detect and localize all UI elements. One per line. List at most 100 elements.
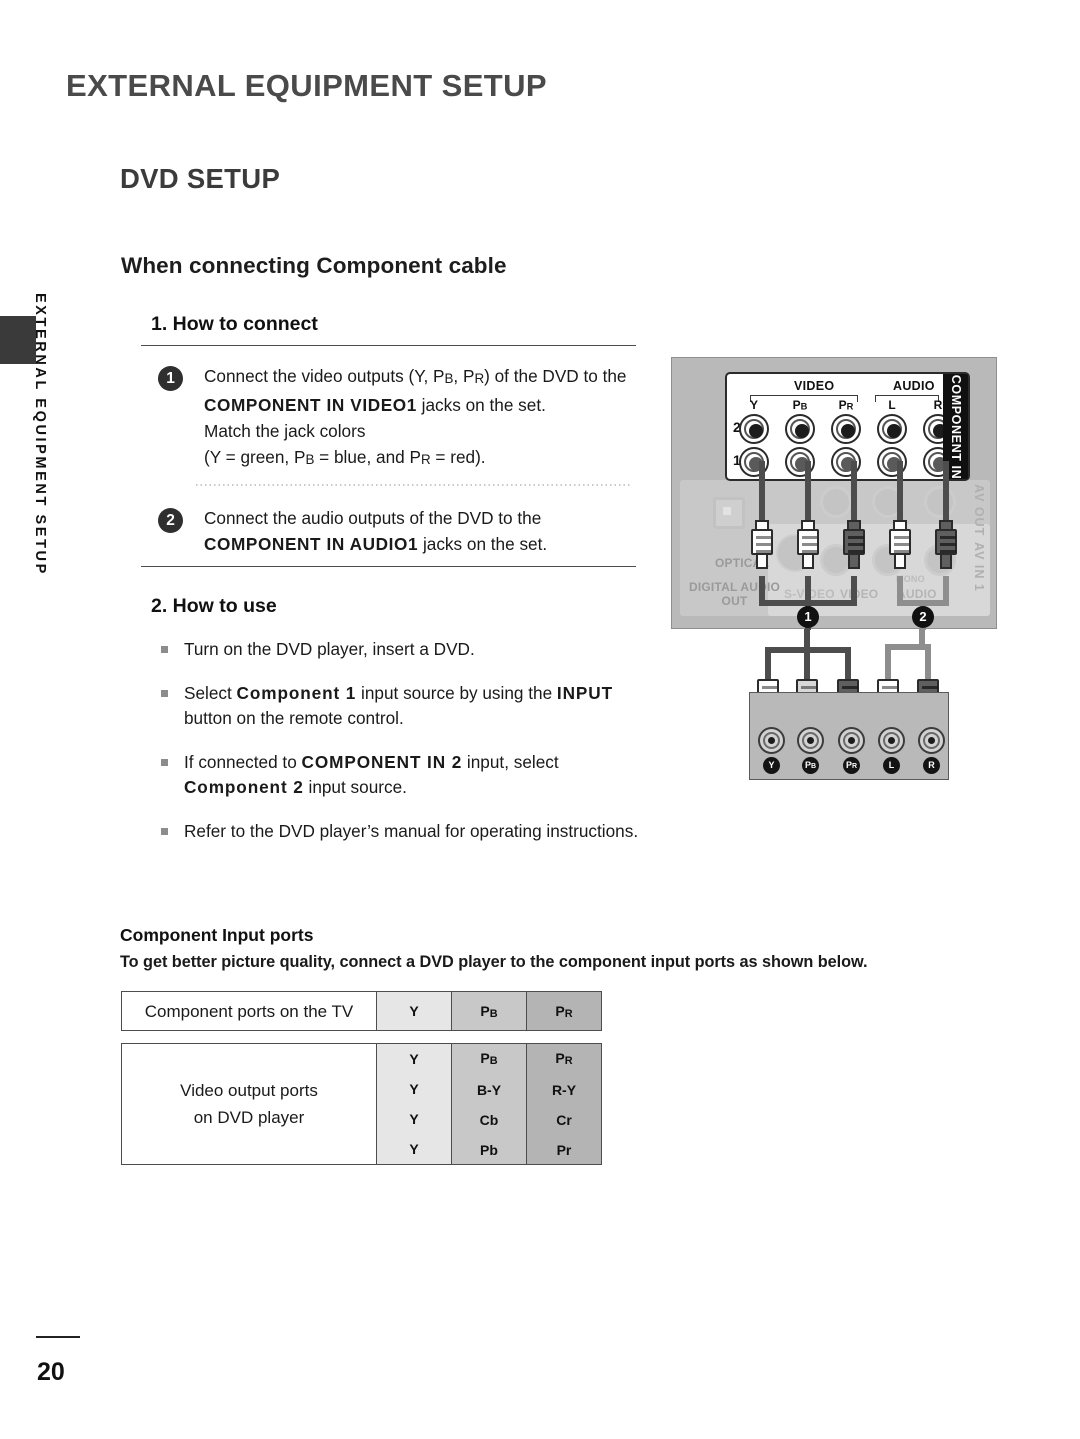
- how-to-connect-heading: 1. How to connect: [151, 313, 318, 335]
- jack-label-l: L: [888, 398, 896, 412]
- component-input-ports-description: To get better picture quality, connect a…: [120, 953, 868, 971]
- bullet-item: Turn on the DVD player, insert a DVD.: [158, 637, 658, 662]
- dvd-jack-label-l: L: [883, 757, 900, 774]
- bullet-bold-input: INPUT: [556, 683, 613, 703]
- step-1-line4-pre: (Y = green, P: [204, 447, 306, 468]
- cable-y: [759, 461, 765, 523]
- dvd-player-rear-panel: Y PB PR L R: [749, 692, 949, 780]
- step-2-line1: Connect the audio outputs of the DVD to …: [204, 508, 542, 528]
- dvd-table-col-pb: PB B-Y Cb Pb: [452, 1044, 527, 1164]
- tv-table-col-y: Y: [377, 992, 452, 1030]
- digital-audio-line2: OUT: [721, 594, 748, 608]
- page-number: 20: [37, 1358, 65, 1386]
- section-tab-marker: [0, 316, 36, 364]
- dvd-table-col-y: Y Y Y Y: [377, 1044, 452, 1164]
- bullet-bold-component-2: Component 2: [184, 777, 304, 797]
- step-2: 2 Connect the audio outputs of the DVD t…: [158, 505, 634, 557]
- step-1-bold-term: COMPONENT IN VIDEO1: [204, 395, 417, 416]
- component-input-ports-heading: Component Input ports: [120, 925, 314, 945]
- step-2-badge: 2: [158, 508, 183, 533]
- dvd-col-y-row3: Y: [409, 1111, 419, 1127]
- step-1-line2-post: jacks on the set.: [416, 395, 546, 416]
- tv-table-col-pb: PB: [452, 992, 527, 1030]
- optical-port-icon: [713, 497, 745, 529]
- step-1: 1 Connect the video outputs (Y, PB, PR) …: [158, 363, 634, 473]
- tv-rear-panel: OPTICAL DIGITAL AUDIO OUT S-VIDEO VIDEO …: [671, 357, 997, 630]
- step-1-text: Connect the video outputs (Y, PB, PR) of…: [204, 363, 634, 473]
- bullet-text-mid: input source by using the: [356, 683, 557, 703]
- tv-table-col-pr: PR: [527, 992, 601, 1030]
- bullet-square-icon: [161, 690, 168, 697]
- av-out-label: AV OUT: [972, 484, 986, 537]
- dvd-col-y-row4: Y: [409, 1141, 419, 1157]
- dvd-col-pb-row1: PB: [480, 1049, 498, 1067]
- dvd-jack-y[interactable]: [758, 727, 785, 754]
- dvd-col-pb-row2: B-Y: [476, 1082, 502, 1099]
- plug-pb: [797, 520, 819, 569]
- step-1-line4-mid: = blue, and P: [314, 447, 421, 468]
- side-running-header: EXTERNAL EQUIPMENT SETUP: [32, 293, 48, 576]
- dvd-table-row-label: Video output ports on DVD player: [122, 1044, 377, 1164]
- tv-col-y-value: Y: [409, 1003, 419, 1019]
- bullet-item: If connected to COMPONENT IN 2 input, se…: [158, 750, 658, 800]
- bullet-square-icon: [161, 759, 168, 766]
- plug-y: [751, 520, 773, 569]
- jack-label-pb: PB: [792, 398, 808, 412]
- audio-group-label: AUDIO: [893, 379, 935, 393]
- connection-diagram: OPTICAL DIGITAL AUDIO OUT S-VIDEO VIDEO …: [671, 357, 997, 782]
- dvd-video-output-ports-table: Video output ports on DVD player Y Y Y Y…: [121, 1043, 602, 1165]
- digital-audio-line1: DIGITAL AUDIO: [688, 580, 781, 594]
- dvd-jack-label-pb: PB: [802, 757, 819, 774]
- page-title: EXTERNAL EQUIPMENT SETUP: [66, 68, 547, 103]
- tv-component-ports-table: Component ports on the TV Y PB PR: [121, 991, 602, 1031]
- component-jack-2-l[interactable]: [877, 414, 907, 444]
- dvd-jack-pr[interactable]: [838, 727, 865, 754]
- cable-r-lower: [943, 576, 949, 606]
- dvd-col-pr-row3: Cr: [556, 1112, 572, 1129]
- step-1-sub-r: R: [474, 371, 485, 387]
- plug-l: [889, 520, 911, 569]
- step-1-badge: 1: [158, 366, 183, 391]
- marker-1: 1: [797, 606, 819, 628]
- dvd-jack-label-y: Y: [763, 757, 780, 774]
- av-in-1-label: AV IN 1: [972, 542, 986, 592]
- step-1-line4-sub-r: R: [420, 452, 431, 468]
- bullet-text-post: button on the remote control.: [184, 708, 404, 728]
- component-jack-2-pr[interactable]: [831, 414, 861, 444]
- tv-col-pr-main: P: [555, 1002, 565, 1019]
- dvd-col-y-row2: Y: [409, 1081, 419, 1097]
- bullet-text-post: input source.: [303, 777, 407, 797]
- dvd-col-pr-row1: PR: [555, 1049, 573, 1067]
- step-1-line1-post: ) of the DVD to the: [484, 366, 627, 386]
- how-to-use-bullet-list: Turn on the DVD player, insert a DVD. Se…: [158, 637, 658, 863]
- dvd-jack-r[interactable]: [918, 727, 945, 754]
- dvd-col-pr-row2: R-Y: [551, 1082, 577, 1099]
- tv-col-pb-value: PB: [480, 1003, 497, 1020]
- bullet-item: Refer to the DVD player’s manual for ope…: [158, 819, 658, 844]
- dvd-col-pr-row4: Pr: [556, 1142, 572, 1159]
- bullet-square-icon: [161, 646, 168, 653]
- component-in-label: COMPONENT IN: [948, 374, 963, 479]
- jack-label-y: Y: [749, 398, 758, 412]
- dvd-jack-pb[interactable]: [797, 727, 824, 754]
- dvd-col-pb-row3: Cb: [479, 1112, 499, 1129]
- tv-col-pb-sub: B: [489, 1007, 498, 1020]
- tv-table-row-label: Component ports on the TV: [122, 992, 377, 1030]
- dvd-label-line2: on DVD player: [193, 1108, 305, 1127]
- bullet-text-pre: If connected to: [184, 752, 302, 772]
- component-jack-2-y[interactable]: [739, 414, 769, 444]
- bullet-text: Turn on the DVD player, insert a DVD.: [184, 639, 475, 659]
- bullet-text-mid: input, select: [462, 752, 559, 772]
- component-jack-2-pb[interactable]: [785, 414, 815, 444]
- dvd-jack-l[interactable]: [878, 727, 905, 754]
- cable-l: [897, 461, 903, 523]
- marker-2: 2: [912, 606, 934, 628]
- cable-pb: [805, 461, 811, 523]
- plug-pr: [843, 520, 865, 569]
- step-2-bold-term: COMPONENT IN AUDIO1: [204, 534, 419, 554]
- bullet-square-icon: [161, 828, 168, 835]
- av-out-jack-icon: [820, 486, 852, 518]
- av-out-jack-icon: [924, 486, 956, 518]
- dotted-divider-between-steps: [196, 484, 630, 486]
- footer-divider: [36, 1336, 80, 1338]
